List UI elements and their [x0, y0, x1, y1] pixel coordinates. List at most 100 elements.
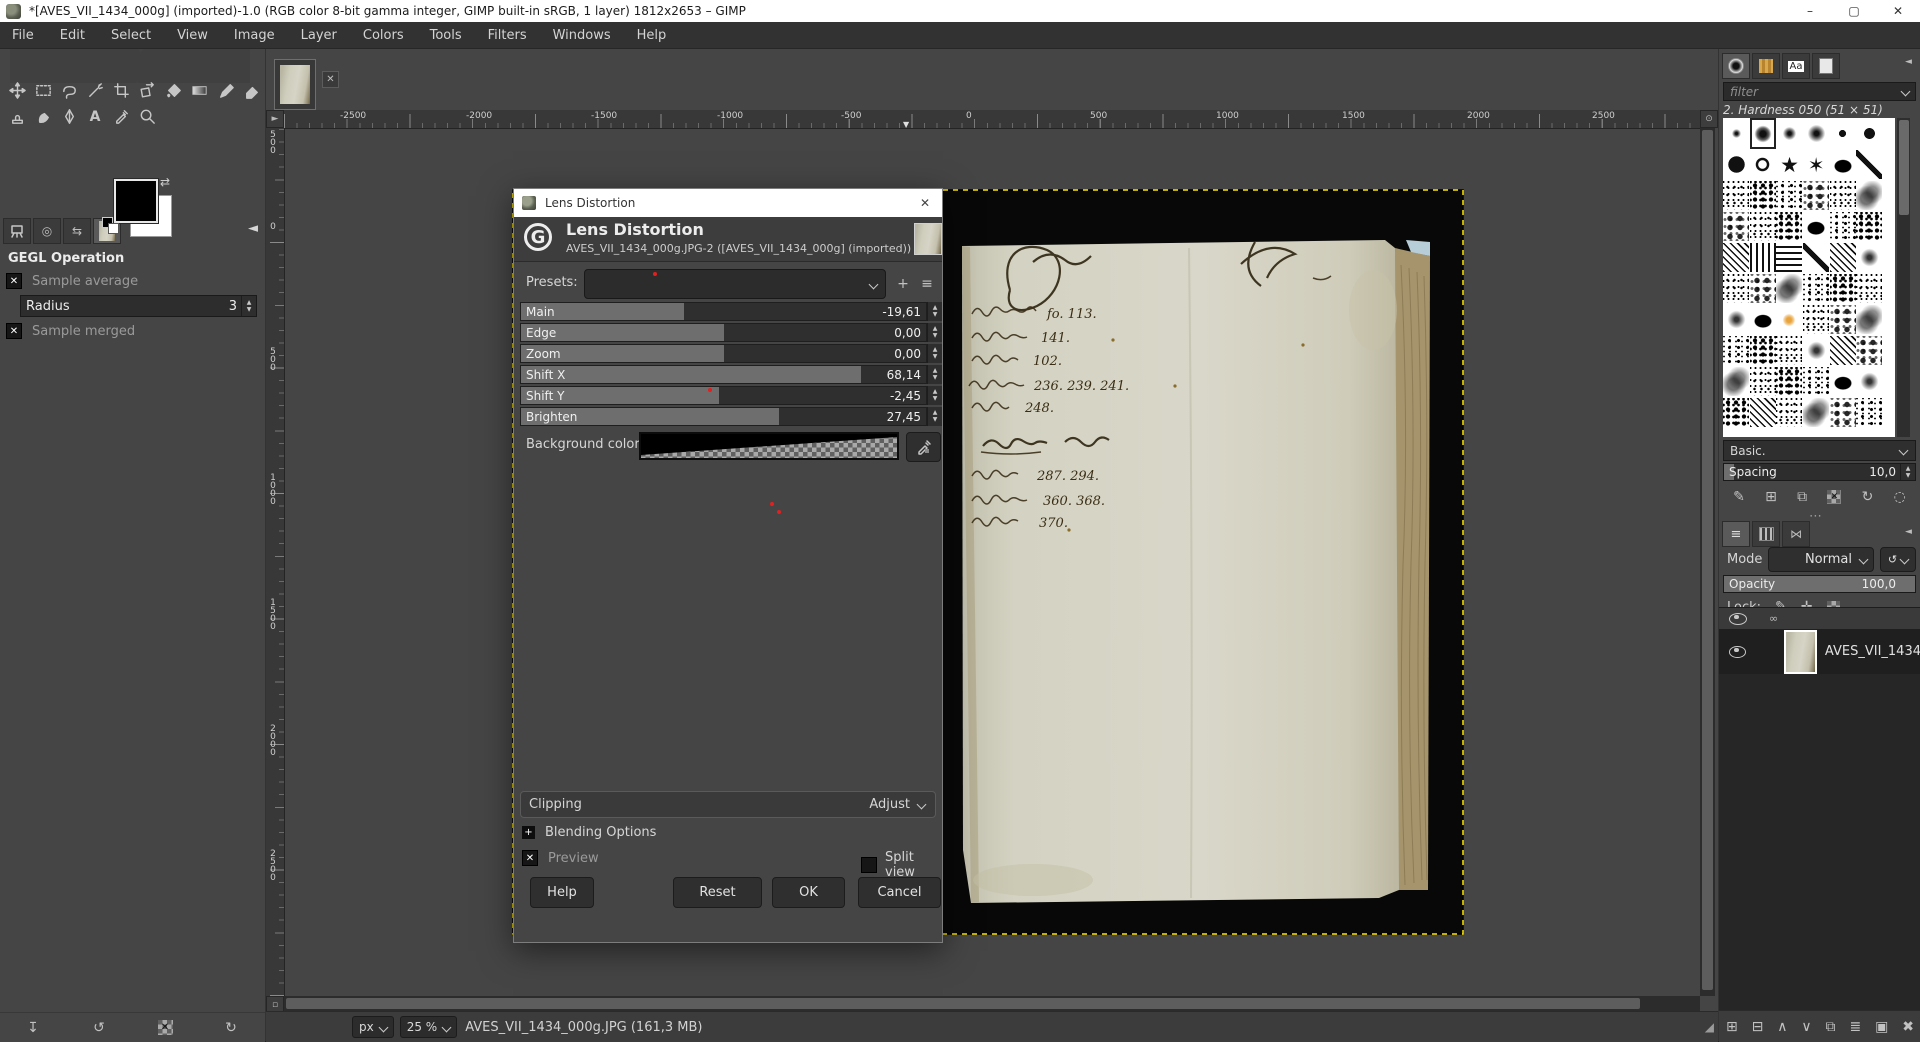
menu-layer[interactable]: Layer: [301, 28, 337, 43]
presets-dropdown[interactable]: [584, 269, 886, 299]
brush-swatch[interactable]: [1776, 397, 1803, 428]
free-select-tool-icon[interactable]: [56, 78, 82, 103]
zoom-select[interactable]: 25 %: [400, 1016, 458, 1038]
restore-tool-options-icon[interactable]: ↺: [66, 1020, 132, 1036]
preview-checkbox[interactable]: ✕: [522, 850, 538, 866]
brush-swatch[interactable]: [1776, 335, 1803, 366]
new-brush-icon[interactable]: ⊞: [1765, 489, 1777, 505]
brush-swatch[interactable]: [1803, 397, 1830, 428]
brighten-slider[interactable]: Brighten 27,45: [520, 407, 927, 426]
brush-swatch[interactable]: [1856, 273, 1883, 304]
layer-visibility-icon[interactable]: [1729, 646, 1746, 658]
dialog-close-icon[interactable]: ✕: [920, 196, 930, 210]
brush-swatch[interactable]: [1723, 273, 1750, 304]
brush-swatch[interactable]: [1723, 180, 1750, 211]
brush-swatch[interactable]: [1856, 118, 1883, 149]
image-menu-icon[interactable]: ►: [266, 110, 284, 128]
duplicate-layer-icon[interactable]: ⧉: [1826, 1019, 1836, 1035]
fuzzy-select-tool-icon[interactable]: [82, 78, 108, 103]
menu-view[interactable]: View: [177, 28, 208, 43]
brush-scrollbar-thumb[interactable]: [1899, 120, 1909, 215]
paths-tool-icon[interactable]: [56, 104, 82, 129]
brush-swatch[interactable]: [1829, 273, 1856, 304]
brush-swatch[interactable]: [1750, 149, 1777, 180]
refresh-brushes-icon[interactable]: ↻: [1862, 489, 1874, 505]
raise-layer-icon[interactable]: ∧: [1777, 1019, 1787, 1035]
brush-swatch[interactable]: [1856, 366, 1883, 397]
tab-brushes[interactable]: [1722, 53, 1750, 79]
layer-thumbnail[interactable]: [1784, 630, 1817, 674]
tab-channels[interactable]: [1752, 521, 1780, 547]
brush-swatch[interactable]: [1776, 149, 1803, 180]
delete-tool-options-icon[interactable]: ✕: [132, 1020, 198, 1035]
visibility-column-icon[interactable]: [1729, 613, 1747, 625]
open-brush-icon[interactable]: ◌: [1894, 489, 1906, 505]
menu-colors[interactable]: Colors: [363, 28, 404, 43]
color-picker-tool-icon[interactable]: [108, 104, 134, 129]
brush-swatch[interactable]: [1750, 335, 1777, 366]
brush-swatch[interactable]: [1803, 118, 1830, 149]
brush-swatch[interactable]: [1803, 366, 1830, 397]
pick-color-icon[interactable]: [906, 432, 941, 462]
minimize-button[interactable]: –: [1788, 0, 1832, 22]
close-button[interactable]: ✕: [1876, 0, 1920, 22]
default-colors-icon[interactable]: [102, 217, 118, 233]
menu-help[interactable]: Help: [637, 28, 667, 43]
brush-swatch[interactable]: [1776, 118, 1803, 149]
unit-select[interactable]: px: [352, 1016, 394, 1038]
new-group-icon[interactable]: ⊟: [1752, 1019, 1764, 1035]
edge-slider[interactable]: Edge 0,00: [520, 323, 927, 342]
brush-swatch[interactable]: [1829, 149, 1856, 180]
brush-swatch[interactable]: [1723, 304, 1750, 335]
brush-swatch[interactable]: [1723, 366, 1750, 397]
lower-layer-icon[interactable]: ∨: [1801, 1019, 1811, 1035]
brush-swatch[interactable]: [1776, 211, 1803, 242]
brush-swatch[interactable]: [1803, 242, 1830, 273]
radius-slider[interactable]: Radius 3 ▲▼: [20, 295, 257, 317]
brush-swatch[interactable]: [1750, 304, 1777, 335]
delete-brush-icon[interactable]: ✕: [1827, 490, 1841, 504]
sample-average-checkbox[interactable]: ✕: [6, 273, 22, 289]
blending-options-expander[interactable]: + Blending Options: [522, 825, 656, 840]
radius-spinner[interactable]: ▲▼: [241, 296, 256, 316]
paintbrush-tool-icon[interactable]: [212, 78, 238, 103]
manage-presets-icon[interactable]: ≡: [918, 275, 936, 293]
horizontal-scrollbar-thumb[interactable]: [286, 998, 1640, 1009]
brush-swatch[interactable]: [1776, 304, 1803, 335]
menu-select[interactable]: Select: [111, 28, 151, 43]
brush-swatch[interactable]: [1829, 304, 1856, 335]
duplicate-brush-icon[interactable]: ⧉: [1797, 489, 1807, 505]
background-color-button[interactable]: [639, 432, 899, 460]
brush-swatch[interactable]: [1776, 366, 1803, 397]
brush-swatch[interactable]: [1723, 211, 1750, 242]
brush-swatch[interactable]: [1750, 273, 1777, 304]
brush-swatch[interactable]: [1856, 149, 1883, 180]
dialog-titlebar[interactable]: Lens Distortion ✕: [514, 189, 942, 217]
brush-swatch[interactable]: [1750, 397, 1777, 428]
brush-swatch[interactable]: [1750, 180, 1777, 211]
dock-divider-icon[interactable]: ⋯: [1809, 509, 1822, 524]
reset-tool-options-icon[interactable]: ↻: [198, 1020, 264, 1036]
ok-button[interactable]: OK: [772, 877, 845, 908]
tab-patterns[interactable]: [1752, 53, 1780, 79]
tab-layers[interactable]: ≡: [1722, 521, 1750, 547]
split-view-checkbox[interactable]: ✕: [861, 857, 877, 873]
save-tool-options-icon[interactable]: ↧: [0, 1020, 66, 1036]
brush-swatch[interactable]: [1776, 180, 1803, 211]
brush-swatch[interactable]: [1723, 149, 1750, 180]
brush-swatch[interactable]: [1856, 180, 1883, 211]
horizontal-scrollbar[interactable]: [284, 996, 1700, 1011]
zoom-spinner[interactable]: ▲▼: [927, 344, 942, 363]
brush-swatch[interactable]: [1856, 242, 1883, 273]
brush-swatch[interactable]: [1829, 335, 1856, 366]
brush-swatch[interactable]: [1750, 242, 1777, 273]
sample-merged-checkbox[interactable]: ✕: [6, 323, 22, 339]
shift-x-slider[interactable]: Shift X 68,14: [520, 365, 927, 384]
brush-swatch[interactable]: [1829, 242, 1856, 273]
tab-tool-options[interactable]: [3, 218, 31, 244]
menu-file[interactable]: File: [12, 28, 34, 43]
add-preset-icon[interactable]: +: [894, 275, 912, 293]
layer-mask-icon[interactable]: ▣: [1875, 1019, 1888, 1035]
menu-image[interactable]: Image: [234, 28, 275, 43]
brush-swatch[interactable]: [1723, 397, 1750, 428]
